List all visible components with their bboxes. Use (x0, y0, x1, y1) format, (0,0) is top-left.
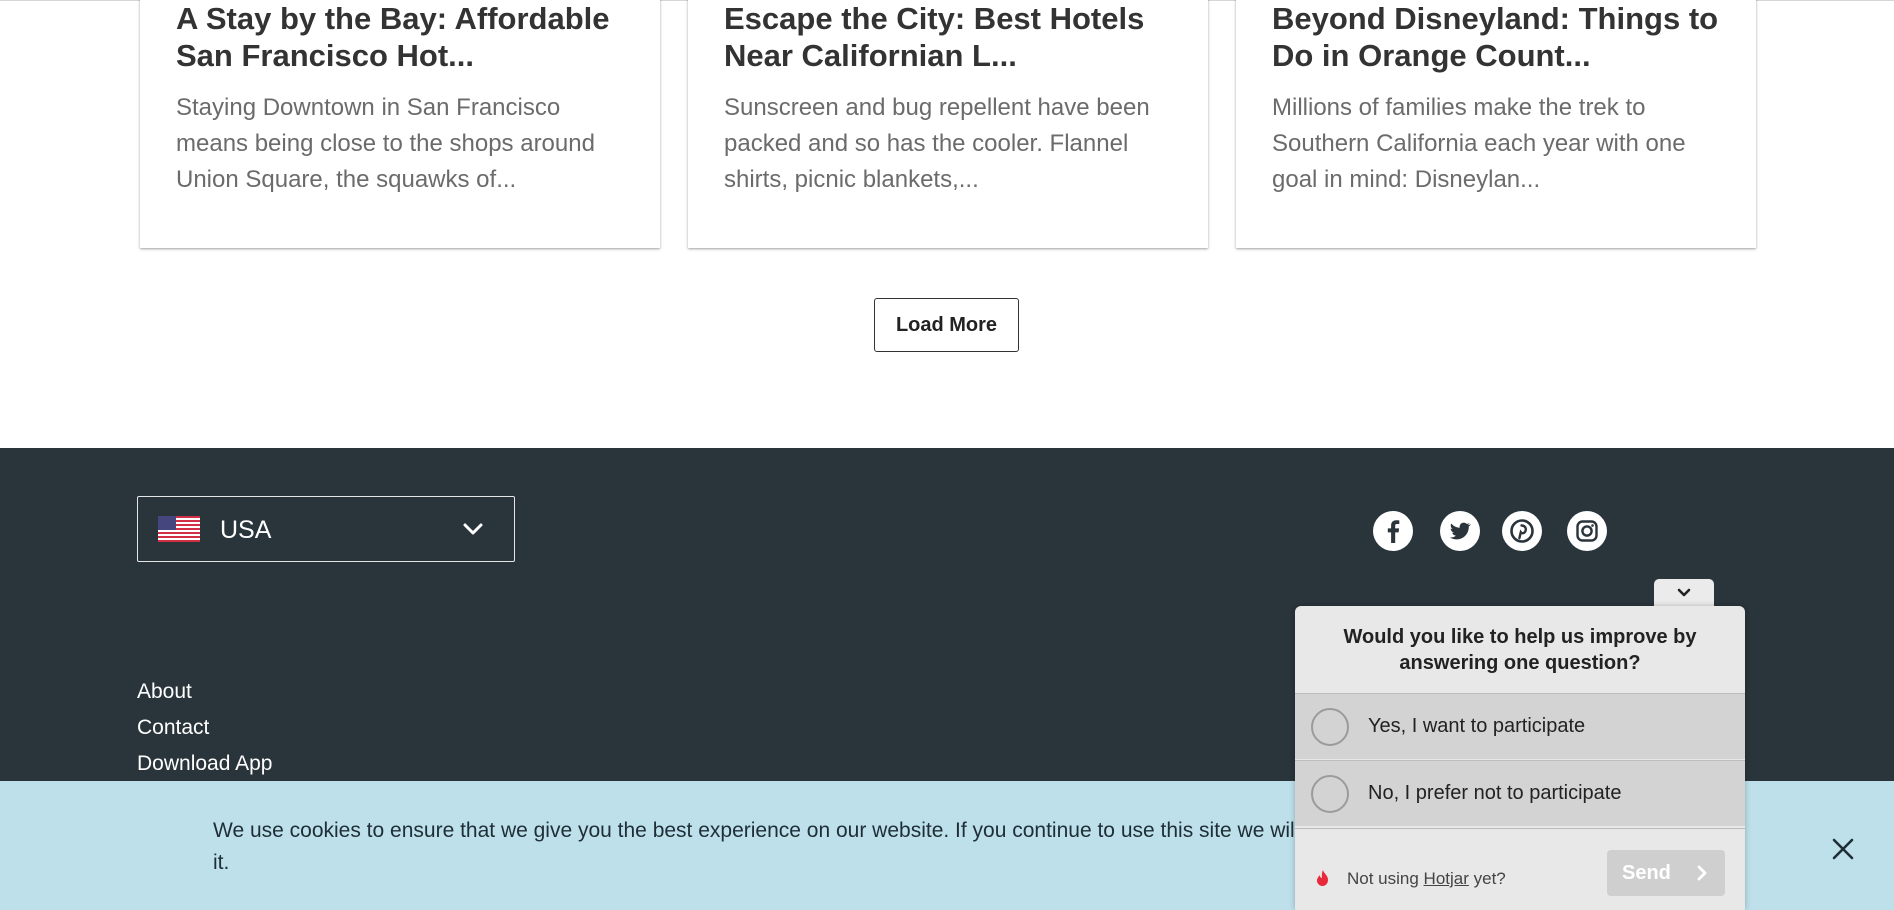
survey-option-label: No, I prefer not to participate (1368, 782, 1622, 804)
hotjar-note-suffix: yet? (1468, 869, 1506, 888)
country-selector[interactable]: USA (137, 496, 515, 562)
hotjar-flame-icon (1317, 870, 1328, 886)
article-title[interactable]: Beyond Disneyland: Things to Do in Orang… (1272, 0, 1732, 74)
article-title[interactable]: A Stay by the Bay: Affordable San Franci… (176, 0, 636, 74)
survey-footer: Not using Hotjar yet? Send (1295, 828, 1745, 910)
article-excerpt: Sunscreen and bug repellent have been pa… (724, 94, 1150, 193)
chevron-right-icon (1697, 865, 1707, 881)
article-title[interactable]: Escape the City: Best Hotels Near Califo… (724, 0, 1184, 74)
article-card[interactable]: Beyond Disneyland: Things to Do in Orang… (1236, 0, 1756, 248)
hotjar-note-prefix: Not using (1347, 869, 1424, 888)
instagram-icon[interactable] (1566, 510, 1608, 552)
footer-link-about[interactable]: About (137, 680, 192, 704)
survey-option-label: Yes, I want to participate (1368, 715, 1586, 737)
survey-option-yes[interactable]: Yes, I want to participate (1295, 693, 1745, 759)
twitter-icon[interactable] (1439, 510, 1481, 552)
article-card[interactable]: Escape the City: Best Hotels Near Califo… (688, 0, 1208, 248)
send-button-label: Send (1622, 861, 1671, 884)
facebook-icon[interactable] (1372, 510, 1414, 552)
country-selected-label: USA (220, 516, 272, 544)
survey-collapse-toggle[interactable] (1654, 579, 1714, 609)
survey-widget: Would you like to help us improve by ans… (1295, 606, 1745, 910)
radio-button[interactable] (1311, 708, 1349, 746)
article-excerpt: Millions of families make the trek to So… (1272, 94, 1686, 193)
send-button[interactable]: Send (1607, 850, 1725, 896)
load-more-button[interactable]: Load More (874, 298, 1019, 352)
article-card[interactable]: A Stay by the Bay: Affordable San Franci… (140, 0, 660, 248)
cookie-message: We use cookies to ensure that we give yo… (213, 815, 1333, 879)
hotjar-note: Not using Hotjar yet? (1347, 869, 1506, 889)
radio-button[interactable] (1311, 775, 1349, 813)
cookie-message-line: it. (213, 851, 230, 874)
pinterest-icon[interactable] (1501, 510, 1543, 552)
article-excerpt: Staying Downtown in San Francisco means … (176, 94, 595, 193)
close-icon[interactable] (1830, 836, 1856, 862)
footer-link-download-app[interactable]: Download App (137, 752, 272, 776)
footer-link-contact[interactable]: Contact (137, 716, 209, 740)
cookie-message-line: We use cookies to ensure that we give yo… (213, 819, 1295, 842)
survey-option-no[interactable]: No, I prefer not to participate (1295, 760, 1745, 826)
chevron-down-icon (1677, 588, 1691, 597)
chevron-down-icon (463, 523, 483, 535)
us-flag-icon (158, 516, 200, 542)
hotjar-link[interactable]: Hotjar (1424, 869, 1469, 888)
survey-question: Would you like to help us improve by ans… (1343, 626, 1697, 674)
